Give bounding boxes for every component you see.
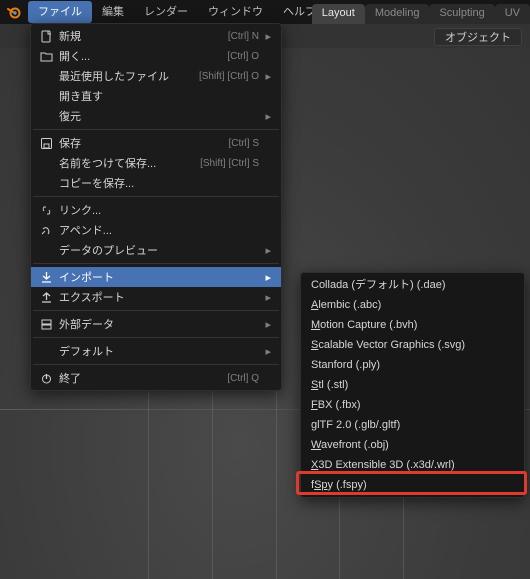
mode-dropdown[interactable]: オブジェクト — [434, 28, 522, 46]
menu-item-link[interactable]: リンク... — [31, 200, 281, 220]
menu-item-save-as[interactable]: 名前をつけて保存... [Shift] [Ctrl] S — [31, 153, 281, 173]
menu-window[interactable]: ウィンドウ — [198, 1, 273, 23]
import-fbx[interactable]: FBX (.fbx) — [301, 395, 524, 415]
append-icon — [37, 222, 55, 238]
separator — [33, 337, 279, 338]
menu-file[interactable]: ファイル — [28, 1, 92, 23]
chevron-right-icon: ▸ — [263, 244, 271, 257]
separator — [33, 196, 279, 197]
menu-render[interactable]: レンダー — [134, 1, 198, 23]
menu-item-external-data[interactable]: 外部データ ▸ — [31, 314, 281, 334]
file-menu-dropdown: 新規 [Ctrl] N ▸ 開く... [Ctrl] O 最近使用したファイル … — [30, 23, 282, 391]
power-icon — [37, 370, 55, 386]
chevron-right-icon: ▸ — [263, 110, 271, 123]
separator — [33, 364, 279, 365]
menu-item-data-preview[interactable]: データのプレビュー ▸ — [31, 240, 281, 260]
mode-label: オブジェクト — [445, 29, 511, 45]
menu-edit[interactable]: 編集 — [92, 1, 134, 23]
main-menu-bar: ファイル 編集 レンダー ウィンドウ ヘルプ — [28, 0, 326, 24]
file-new-icon — [37, 28, 55, 44]
menu-item-open[interactable]: 開く... [Ctrl] O — [31, 46, 281, 66]
chevron-right-icon: ▸ — [263, 318, 271, 331]
import-alembic[interactable]: Alembic (.abc) — [301, 295, 524, 315]
import-stl[interactable]: Stl (.stl) — [301, 375, 524, 395]
menu-item-open-recent[interactable]: 最近使用したファイル [Shift] [Ctrl] O ▸ — [31, 66, 281, 86]
tool-shelf[interactable] — [2, 48, 32, 519]
chevron-right-icon: ▸ — [263, 345, 271, 358]
import-collada[interactable]: Collada (デフォルト) (.dae) — [301, 275, 524, 295]
import-submenu: Collada (デフォルト) (.dae) Alembic (.abc) Mo… — [300, 272, 525, 498]
menu-item-save-copy[interactable]: コピーを保存... — [31, 173, 281, 193]
separator — [33, 263, 279, 264]
workspace-tab-modeling[interactable]: Modeling — [365, 4, 430, 24]
menu-item-quit[interactable]: 終了 [Ctrl] Q — [31, 368, 281, 388]
link-icon — [37, 202, 55, 218]
import-bvh[interactable]: Motion Capture (.bvh) — [301, 315, 524, 335]
import-obj[interactable]: Wavefront (.obj) — [301, 435, 524, 455]
export-icon — [37, 289, 55, 305]
workspace-tabs: Layout Modeling Sculpting UV — [312, 0, 530, 24]
menu-item-import[interactable]: インポート ▸ — [31, 267, 281, 287]
folder-open-icon — [37, 48, 55, 64]
workspace-tab-sculpting[interactable]: Sculpting — [429, 4, 494, 24]
chevron-right-icon: ▸ — [263, 30, 271, 43]
menu-item-recover[interactable]: 復元 ▸ — [31, 106, 281, 126]
workspace-tab-uv[interactable]: UV — [495, 4, 530, 24]
save-icon — [37, 135, 55, 151]
menu-item-export[interactable]: エクスポート ▸ — [31, 287, 281, 307]
menu-item-append[interactable]: アペンド... — [31, 220, 281, 240]
separator — [33, 129, 279, 130]
import-ply[interactable]: Stanford (.ply) — [301, 355, 524, 375]
chevron-right-icon: ▸ — [263, 271, 271, 284]
blender-logo-icon — [6, 4, 22, 20]
menu-item-defaults[interactable]: デフォルト ▸ — [31, 341, 281, 361]
separator — [33, 310, 279, 311]
workspace-tab-layout[interactable]: Layout — [312, 4, 365, 24]
external-data-icon — [37, 316, 55, 332]
import-gltf[interactable]: glTF 2.0 (.glb/.gltf) — [301, 415, 524, 435]
import-svg[interactable]: Scalable Vector Graphics (.svg) — [301, 335, 524, 355]
chevron-right-icon: ▸ — [263, 70, 271, 83]
import-icon — [37, 269, 55, 285]
import-x3d[interactable]: X3D Extensible 3D (.x3d/.wrl) — [301, 455, 524, 475]
menu-item-save[interactable]: 保存 [Ctrl] S — [31, 133, 281, 153]
menu-item-new[interactable]: 新規 [Ctrl] N ▸ — [31, 26, 281, 46]
import-fspy[interactable]: fSpy (.fspy) — [301, 475, 524, 495]
menu-item-revert[interactable]: 開き直す — [31, 86, 281, 106]
chevron-right-icon: ▸ — [263, 291, 271, 304]
